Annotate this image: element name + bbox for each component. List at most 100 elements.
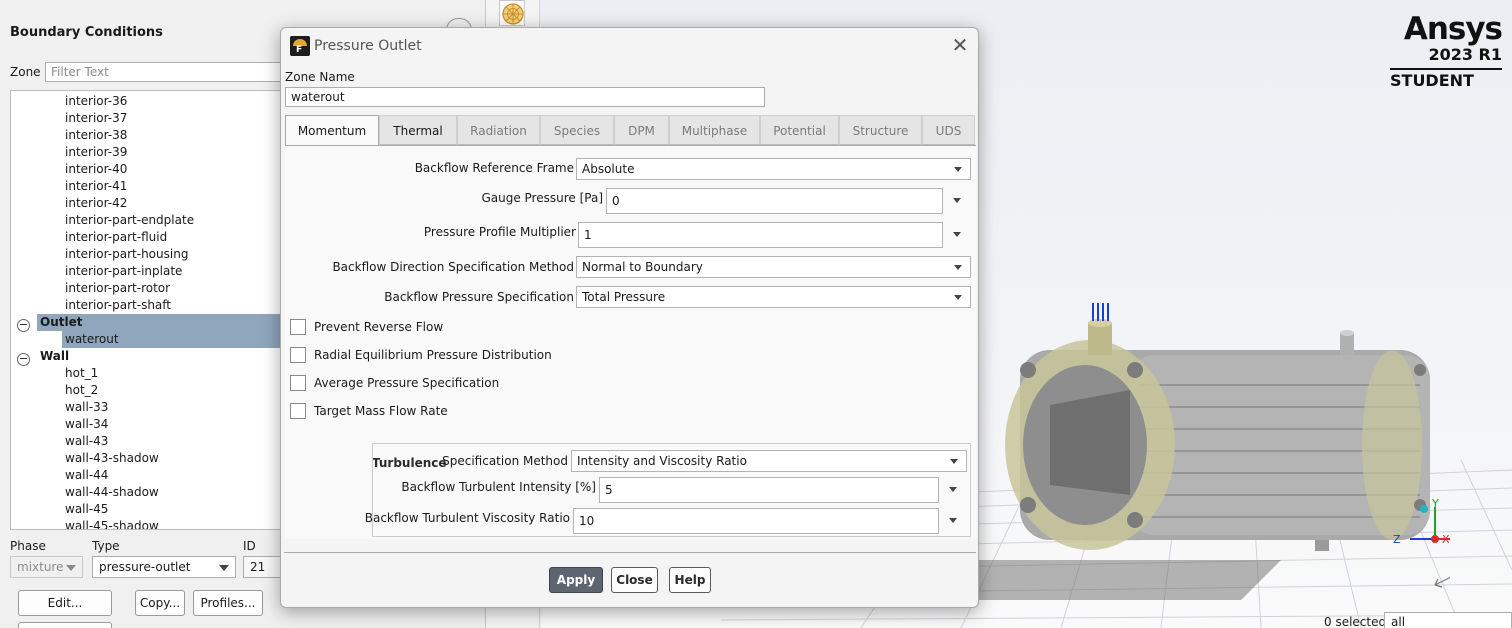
tree-item-label: interior-37 bbox=[65, 111, 128, 125]
axis-y-label: Y bbox=[1431, 497, 1439, 510]
zone-filter-input[interactable] bbox=[45, 62, 295, 82]
tree-item[interactable]: wall-45 bbox=[65, 501, 108, 518]
backflow-pressure-value: Total Pressure bbox=[582, 290, 666, 304]
profiles-button[interactable]: Profiles... bbox=[193, 590, 263, 616]
tree-item[interactable]: interior-41 bbox=[65, 178, 127, 195]
spec-method-select[interactable]: Intensity and Viscosity Ratio bbox=[571, 450, 967, 472]
tree-item-label: interior-part-housing bbox=[65, 247, 189, 261]
tree-item[interactable]: interior-part-shaft bbox=[65, 297, 171, 314]
gauge-pressure-input[interactable] bbox=[606, 188, 943, 214]
tree-item-label: wall-44 bbox=[65, 468, 109, 482]
tree-item-label: wall-33 bbox=[65, 400, 109, 414]
backflow-pressure-select[interactable]: Total Pressure bbox=[576, 286, 971, 308]
tree-item[interactable]: wall-43-shadow bbox=[65, 450, 159, 467]
close-icon[interactable]: ✕ bbox=[950, 35, 970, 56]
tree-item[interactable]: hot_2 bbox=[65, 382, 98, 399]
id-label: ID bbox=[243, 539, 256, 553]
backflow-ref-frame-select[interactable]: Absolute bbox=[576, 158, 971, 180]
chevron-down-icon[interactable] bbox=[953, 198, 961, 203]
checkbox[interactable] bbox=[290, 403, 306, 419]
tab-momentum[interactable]: Momentum bbox=[285, 115, 379, 146]
checkbox[interactable] bbox=[290, 319, 306, 335]
copy-button[interactable]: Copy... bbox=[135, 590, 185, 616]
tree-item-label: interior-41 bbox=[65, 179, 128, 193]
phase-select: mixture bbox=[10, 556, 83, 578]
type-value: pressure-outlet bbox=[99, 560, 191, 574]
pressure-profile-multiplier-input[interactable] bbox=[578, 222, 943, 248]
tree-group[interactable]: − Wall bbox=[17, 348, 70, 366]
check-label: Radial Equilibrium Pressure Distribution bbox=[314, 348, 552, 362]
zone-tree[interactable]: interior-36 interior-37 interior-38 interio… bbox=[10, 90, 300, 530]
tab-uds: UDS bbox=[922, 115, 975, 145]
checkbox[interactable] bbox=[290, 375, 306, 391]
tree-item[interactable]: interior-part-endplate bbox=[65, 212, 194, 229]
fluent-app-icon: F bbox=[290, 36, 310, 56]
panel-title: Boundary Conditions bbox=[10, 25, 163, 40]
backflow-direction-label: Backflow Direction Specification Method bbox=[332, 260, 574, 274]
collapse-icon[interactable]: − bbox=[17, 353, 30, 366]
chevron-down-icon bbox=[950, 459, 958, 464]
id-value: 21 bbox=[250, 560, 266, 574]
tree-item[interactable]: wall-44 bbox=[65, 467, 108, 484]
spec-method-value: Intensity and Viscosity Ratio bbox=[577, 454, 747, 468]
tree-item[interactable]: wall-45-shadow bbox=[65, 518, 159, 529]
tree-item[interactable]: interior-part-housing bbox=[65, 246, 188, 263]
tree-item-label: interior-part-rotor bbox=[65, 281, 171, 295]
checkbox[interactable] bbox=[290, 347, 306, 363]
ansys-logo: Ansys 2023 R1 STUDENT bbox=[1390, 11, 1503, 92]
backflow-direction-select[interactable]: Normal to Boundary bbox=[576, 256, 971, 278]
logo-name: Ansys bbox=[1403, 11, 1503, 47]
tree-item-label: interior-38 bbox=[65, 128, 128, 142]
chevron-down-icon bbox=[954, 265, 962, 270]
sphere-icon[interactable] bbox=[499, 0, 525, 26]
chevron-down-icon bbox=[954, 167, 962, 172]
tree-item[interactable]: interior-37 bbox=[65, 110, 127, 127]
tree-item[interactable]: interior-part-fluid bbox=[65, 229, 167, 246]
zone-name-input[interactable] bbox=[285, 87, 765, 107]
turbulent-viscosity-input[interactable] bbox=[573, 508, 939, 534]
chevron-down-icon[interactable] bbox=[949, 518, 957, 523]
tree-item[interactable]: wall-33 bbox=[65, 399, 108, 416]
chevron-down-icon bbox=[954, 295, 962, 300]
tree-item[interactable]: interior-40 bbox=[65, 161, 127, 178]
tree-item[interactable]: interior-38 bbox=[65, 127, 127, 144]
tree-item-label: Wall bbox=[40, 349, 70, 363]
tree-item[interactable]: interior-part-inplate bbox=[65, 263, 182, 280]
turbulence-group: Specification Method Intensity and Visco… bbox=[365, 443, 971, 537]
pump-model: Y Z X bbox=[1005, 303, 1450, 588]
phase-value: mixture bbox=[17, 560, 64, 574]
check-label: Prevent Reverse Flow bbox=[314, 320, 444, 334]
apply-button[interactable]: Apply bbox=[549, 567, 603, 593]
phase-label: Phase bbox=[10, 539, 46, 553]
chevron-down-icon[interactable] bbox=[953, 232, 961, 237]
tree-item[interactable]: waterout bbox=[65, 331, 119, 348]
tree-item[interactable]: hot_1 bbox=[65, 365, 98, 382]
chevron-down-icon[interactable] bbox=[949, 487, 957, 492]
tree-item-label: Outlet bbox=[40, 315, 83, 329]
tree-item[interactable]: interior-part-rotor bbox=[65, 280, 170, 297]
edit-button[interactable]: Edit... bbox=[18, 590, 112, 616]
tab-potential: Potential bbox=[760, 115, 839, 145]
tree-item[interactable]: interior-39 bbox=[65, 144, 127, 161]
tree-group[interactable]: − Outlet bbox=[17, 314, 83, 332]
turbulent-intensity-input[interactable] bbox=[599, 477, 939, 503]
tree-item-label: interior-42 bbox=[65, 196, 128, 210]
type-select[interactable]: pressure-outlet bbox=[92, 556, 236, 578]
operating-conditions-button[interactable] bbox=[18, 622, 112, 628]
collapse-icon[interactable]: − bbox=[17, 319, 30, 332]
check-label: Target Mass Flow Rate bbox=[314, 404, 448, 418]
tree-item[interactable]: wall-44-shadow bbox=[65, 484, 159, 501]
tree-item[interactable]: interior-42 bbox=[65, 195, 127, 212]
tree-item[interactable]: wall-43 bbox=[65, 433, 108, 450]
tree-item-label: wall-43-shadow bbox=[65, 451, 159, 465]
tree-item-label: interior-part-shaft bbox=[65, 298, 172, 312]
selection-filter-select[interactable]: all bbox=[1384, 612, 1512, 628]
close-button[interactable]: Close bbox=[611, 567, 658, 593]
tree-item-label: waterout bbox=[65, 332, 119, 346]
tree-item[interactable]: interior-36 bbox=[65, 93, 127, 110]
tab-thermal[interactable]: Thermal bbox=[379, 115, 457, 145]
tree-item[interactable]: wall-34 bbox=[65, 416, 108, 433]
help-button[interactable]: Help bbox=[669, 567, 711, 593]
tree-item-label: interior-part-endplate bbox=[65, 213, 195, 227]
tab-multiphase: Multiphase bbox=[669, 115, 760, 145]
